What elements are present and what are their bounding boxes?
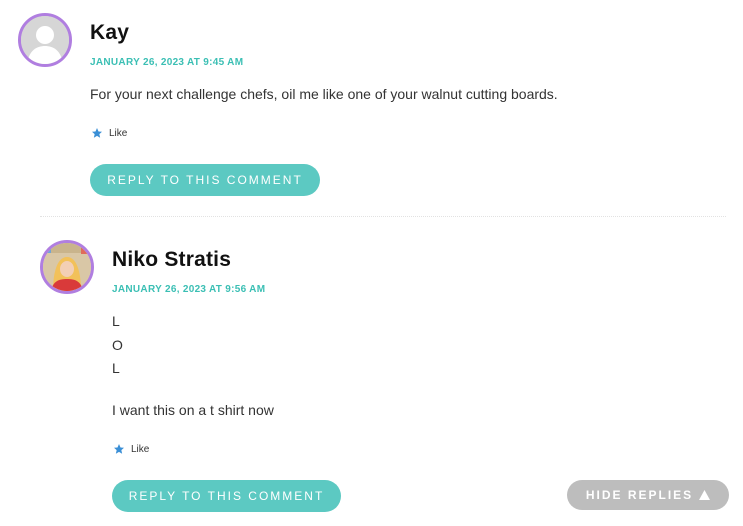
avatar-kay[interactable] [18, 13, 72, 67]
like-label: Like [131, 443, 150, 455]
avatar-niko-stratis[interactable] [40, 240, 94, 294]
user-photo-avatar [43, 243, 91, 291]
hide-replies-button[interactable]: HIDE REPLIES [567, 480, 729, 510]
default-avatar-icon [21, 16, 69, 64]
comment-body: I want this on a t shirt now [112, 402, 274, 418]
comment-author[interactable]: Kay [90, 21, 129, 45]
hide-replies-label: HIDE REPLIES [585, 488, 694, 502]
comment-divider [40, 216, 726, 217]
reply-button[interactable]: REPLY TO THIS COMMENT [90, 164, 320, 196]
comment-body: For your next challenge chefs, oil me li… [90, 86, 558, 102]
comment-body-line: L [112, 360, 120, 376]
comment-date[interactable]: JANUARY 26, 2023 AT 9:56 AM [112, 284, 265, 295]
comment-author[interactable]: Niko Stratis [112, 248, 231, 272]
like-label: Like [109, 127, 128, 139]
caret-up-icon [699, 490, 711, 500]
star-icon [114, 444, 124, 454]
reply-button[interactable]: REPLY TO THIS COMMENT [112, 480, 341, 512]
comment-date[interactable]: JANUARY 26, 2023 AT 9:45 AM [90, 57, 243, 68]
like-button[interactable]: Like [91, 127, 127, 139]
comment-body-line: O [112, 337, 123, 353]
star-icon [92, 128, 102, 138]
like-button[interactable]: Like [113, 443, 149, 455]
comment-body-line: L [112, 313, 120, 329]
